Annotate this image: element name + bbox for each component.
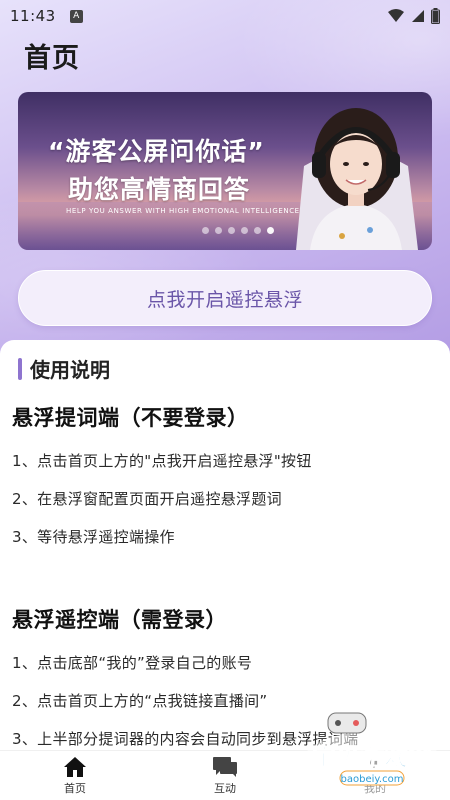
site-watermark: 宝贝游戏网 baobeiy.com <box>300 705 450 800</box>
banner-headline-2: 助您高情商回答 <box>68 175 251 204</box>
carousel-dot[interactable] <box>202 227 209 234</box>
instructions-title: 使用说明 <box>30 358 110 382</box>
home-icon <box>64 756 86 777</box>
carousel-dot[interactable] <box>254 227 261 234</box>
instructions-card: 使用说明 悬浮提词端（不要登录） 1、点击首页上方的"点我开启遥控悬浮"按钮 2… <box>0 340 450 750</box>
instruction-item: 1、点击底部“我的”登录自己的账号 <box>12 654 253 672</box>
status-icons <box>387 8 440 24</box>
instruction-item: 3、等待悬浮遥控端操作 <box>12 528 175 546</box>
instructions-header: 使用说明 <box>18 354 110 383</box>
status-bar: 11:43 A <box>0 0 450 32</box>
nav-interact-label: 互动 <box>214 781 236 795</box>
section-heading-remote: 悬浮遥控端（需登录） <box>12 608 227 632</box>
instruction-item: 2、点击首页上方的“点我链接直播间” <box>12 692 268 710</box>
battery-icon <box>431 8 440 24</box>
open-remote-float-button[interactable]: 点我开启遥控悬浮 <box>18 270 432 326</box>
nav-interact[interactable]: 互动 <box>175 756 275 796</box>
carousel-dot[interactable] <box>241 227 248 234</box>
carousel-dot-active[interactable] <box>267 227 274 234</box>
instruction-item: 1、点击首页上方的"点我开启遥控悬浮"按钮 <box>12 452 312 470</box>
section-heading-prompter: 悬浮提词端（不要登录） <box>12 406 249 430</box>
wifi-icon <box>388 9 404 22</box>
carousel-dot[interactable] <box>228 227 235 234</box>
notification-indicator: A <box>69 9 83 23</box>
promo-banner[interactable]: “游客公屏问你话” 助您高情商回答 HELP YOU ANSWER WITH H… <box>18 92 432 250</box>
svg-text:baobeiy.com: baobeiy.com <box>341 774 404 785</box>
instruction-item: 2、在悬浮窗配置页面开启遥控悬浮题词 <box>12 490 282 508</box>
watermark-logo: 宝贝游戏网 baobeiy.com <box>302 712 442 795</box>
banner-subtitle: HELP YOU ANSWER WITH HIGH EMOTIONAL INTE… <box>66 207 300 215</box>
banner-person-image <box>296 108 418 250</box>
svg-text:宝贝游戏网: 宝贝游戏网 <box>312 743 432 771</box>
nav-home-label: 首页 <box>64 781 86 795</box>
signal-icon <box>412 10 424 22</box>
section-accent-bar <box>18 357 22 380</box>
chat-icon <box>213 756 237 777</box>
carousel-dot[interactable] <box>215 227 222 234</box>
banner-headline-1: “游客公屏问你话” <box>48 137 265 166</box>
carousel-dots <box>202 227 274 234</box>
nav-home[interactable]: 首页 <box>25 756 125 796</box>
status-time: 11:43 <box>10 7 56 25</box>
page-title: 首页 <box>24 43 80 74</box>
